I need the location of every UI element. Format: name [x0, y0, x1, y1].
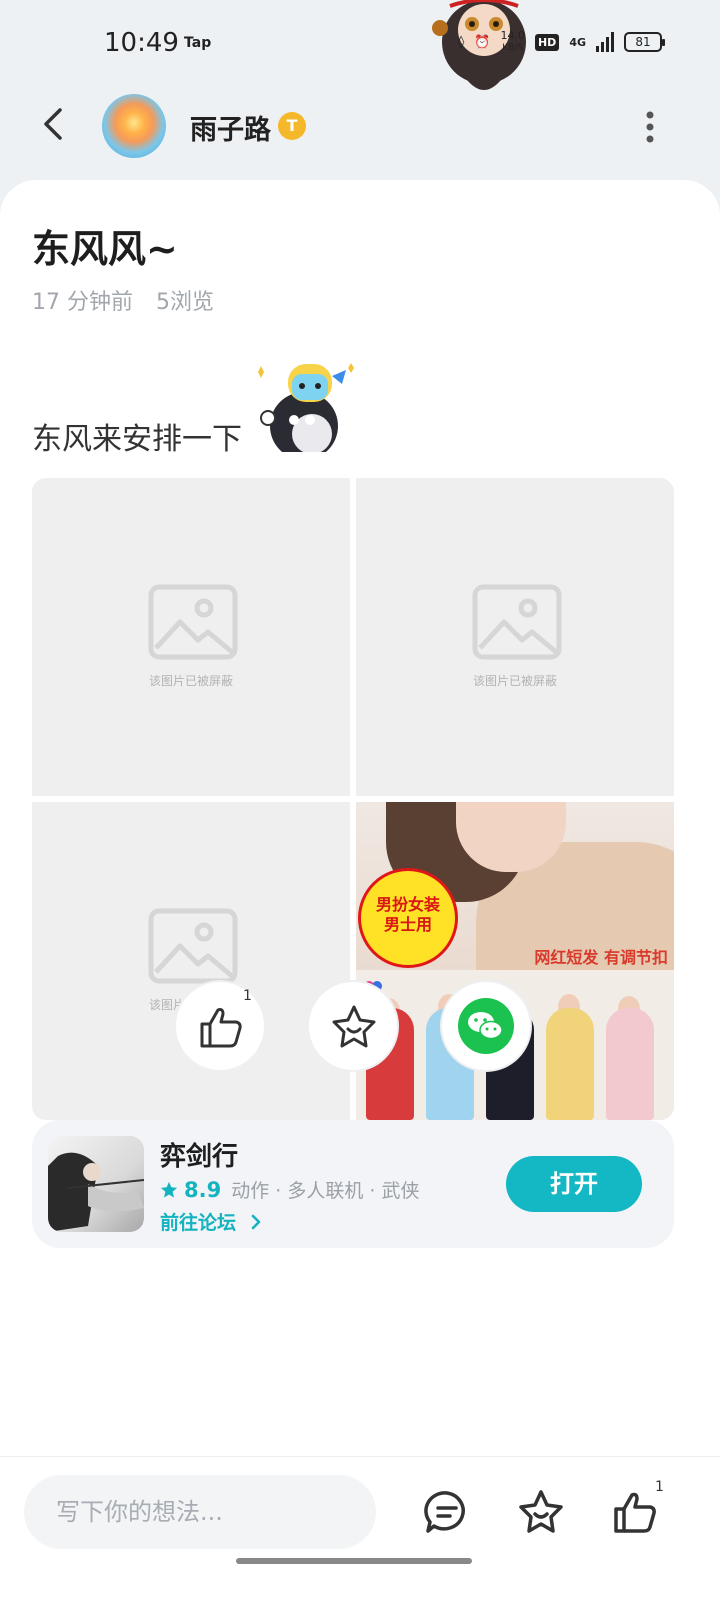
author-name[interactable]: 雨子路 [190, 108, 271, 147]
status-time: 10:49 [104, 28, 179, 58]
ad-circle-label: 男扮女装 男士用 [358, 868, 458, 968]
ad-dress [606, 1008, 654, 1120]
status-icons: ◊ ⏰ 14.0 KB/S HD 4G 81 [457, 30, 665, 54]
image-placeholder-icon [148, 908, 238, 984]
hd-badge: HD [534, 33, 560, 51]
thumbs-up-icon[interactable] [610, 1487, 660, 1537]
game-name: 弈剑行 [160, 1142, 239, 1172]
image-placeholder-icon [148, 584, 238, 660]
blocked-image-label: 该图片已被屏蔽 [148, 674, 233, 688]
ad-photo-top: 男扮女装 男士用 网红短发 有调节扣 [356, 802, 674, 1002]
blocked-image[interactable]: 该图片已被屏蔽 [356, 478, 674, 796]
wechat-icon [458, 998, 514, 1054]
ad-circle-line2: 男士用 [383, 915, 432, 934]
post-title: 东风风~ [32, 227, 178, 271]
game-forum-label: 前往论坛 [160, 1212, 237, 1234]
post-card: 东风风~ 17 分钟前 5浏览 东风来安排一下 该图片已被屏蔽 该图片已被屏蔽 … [0, 180, 720, 1460]
blocked-image[interactable]: 该图片已被屏蔽 [32, 478, 350, 796]
chevron-right-icon [251, 1214, 260, 1230]
blocked-image-label: 该图片已被屏蔽 [472, 674, 557, 688]
bottom-bar: 写下你的想法... 1 [0, 1456, 720, 1600]
post-text: 东风来安排一下 [32, 422, 242, 457]
game-score: 8.9 [184, 1177, 222, 1202]
share-wechat-button[interactable] [440, 980, 532, 1072]
net-speed-value: 14.0 [500, 29, 525, 42]
status-bar: 10:49 Tap ◊ ⏰ 14.0 KB/S HD 4G 81 [0, 0, 720, 90]
back-arrow-icon[interactable] [36, 104, 76, 144]
post-meta: 17 分钟前 5浏览 [32, 284, 214, 316]
star-icon[interactable] [516, 1487, 566, 1537]
home-indicator[interactable] [236, 1558, 472, 1564]
post-time: 17 分钟前 [32, 290, 133, 315]
ad-circle-line1: 男扮女装 [375, 895, 440, 914]
net-speed: 14.0 KB/S [500, 30, 525, 54]
wifi-drop-icon: ◊ [457, 34, 465, 50]
author-avatar[interactable] [102, 94, 166, 158]
like-count: 1 [243, 988, 252, 1004]
thumbs-up-icon [200, 1008, 242, 1048]
game-forum-link[interactable]: 前往论坛 [160, 1208, 263, 1235]
game-cover [48, 1136, 144, 1232]
user-level-badge: T [278, 112, 306, 140]
sticker-character-icon [258, 363, 354, 452]
network-type: 4G [569, 35, 586, 49]
image-placeholder-icon [472, 584, 562, 660]
more-options-icon[interactable] [640, 110, 660, 144]
ad-slogan: 网红短发 有调节扣 [534, 948, 668, 967]
battery-icon: 81 [624, 32, 665, 52]
game-tags: 动作 · 多人联机 · 武侠 [231, 1180, 420, 1202]
open-game-button[interactable]: 打开 [506, 1156, 642, 1212]
comment-icon[interactable] [422, 1487, 472, 1537]
bottom-like-count: 1 [655, 1479, 664, 1495]
post-views: 5浏览 [156, 290, 214, 315]
ad-image[interactable]: 男扮女装 男士用 网红短发 有调节扣 [356, 802, 674, 1120]
game-cover-art-icon [48, 1152, 144, 1232]
star-icon [332, 1005, 376, 1048]
comment-input[interactable]: 写下你的想法... [24, 1475, 376, 1549]
net-speed-unit: KB/S [502, 43, 524, 53]
ad-dress [546, 1008, 594, 1120]
related-game-card[interactable]: 弈剑行 8.9 动作 · 多人联机 · 武侠 前往论坛 打开 [32, 1120, 674, 1248]
like-button[interactable] [174, 980, 266, 1072]
favorite-button[interactable] [307, 980, 399, 1072]
status-app-tag: Tap [184, 35, 212, 51]
signal-icon [596, 32, 614, 52]
alarm-icon: ⏰ [474, 34, 491, 50]
rating-star-icon [160, 1181, 178, 1198]
blocked-image[interactable]: 该图片已被屏蔽 [32, 802, 350, 1120]
game-meta: 8.9 动作 · 多人联机 · 武侠 [160, 1176, 419, 1203]
post-header: 雨子路 T [0, 86, 720, 172]
